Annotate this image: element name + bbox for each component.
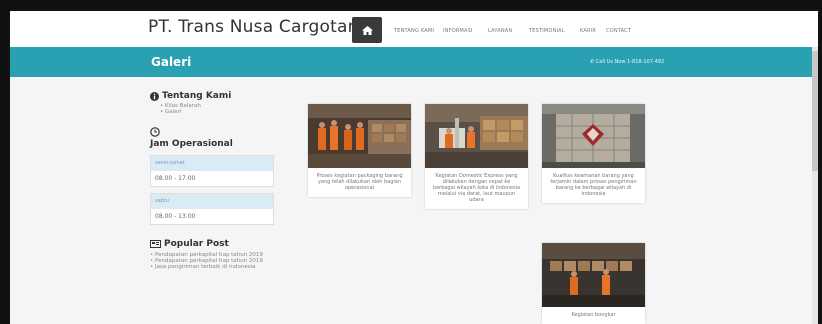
nav-tentang-kami[interactable]: TENTANG KAMI	[394, 28, 434, 34]
popular-item-label: Jasa pengiriman terbaik di indonesia	[155, 264, 256, 270]
gallery-card[interactable]: Proses kegiatan packaging barang yang te…	[308, 104, 411, 197]
hours-time: 08.00 - 17.00	[155, 175, 196, 182]
popular-item[interactable]: • Jasa pengiriman terbaik di indonesia	[150, 264, 275, 270]
gallery-photo-packaging	[308, 104, 411, 168]
sidebar: Tentang Kami Kilas Balarah Galeri Jam Op…	[150, 91, 275, 270]
gallery-photo-domestic-express	[425, 104, 528, 168]
clock-icon	[150, 127, 160, 137]
home-icon	[361, 25, 373, 35]
site-header: PT. Trans Nusa Cargotama TENTANG KAMI IN…	[10, 11, 818, 47]
site-brand[interactable]: PT. Trans Nusa Cargotama	[148, 17, 375, 37]
popular-post-icon	[150, 240, 161, 248]
gallery-card[interactable]: Kualitas keamanan barang yang terjamin d…	[542, 104, 645, 203]
about-title: Tentang Kami	[162, 91, 232, 101]
call-us-text: ✆ Call Us Now 1-818-107-492	[590, 59, 664, 65]
nav-karir[interactable]: KARIR	[580, 28, 596, 34]
hours-box-saturday: sabtu 08.00 - 13.00	[150, 193, 274, 225]
gallery-caption: Kualitas keamanan barang yang terjamin d…	[550, 173, 637, 197]
hours-box-weekday: senin-jumat 08.00 - 17.00	[150, 155, 274, 187]
nav-informasi[interactable]: INFORMASI	[443, 28, 473, 34]
call-us-label: Call Us Now 1-818-107-492	[595, 59, 665, 65]
hours-time: 08.00 - 13.00	[155, 213, 196, 220]
page-scrollbar-thumb[interactable]	[812, 51, 818, 171]
browser-window: PT. Trans Nusa Cargotama TENTANG KAMI IN…	[10, 11, 818, 324]
gallery-caption: Proses kegiatan packaging barang yang te…	[316, 173, 403, 191]
gallery-card[interactable]: Kegiatan bongkar	[542, 243, 645, 324]
info-icon	[150, 91, 159, 101]
hours-heading: Jam Operasional	[150, 127, 275, 149]
home-button[interactable]	[352, 17, 382, 43]
hours-day: sabtu	[151, 194, 273, 209]
hours-title: Jam Operasional	[150, 139, 233, 149]
gallery-card[interactable]: Kegiatan Domestic Express yang dilakukan…	[425, 104, 528, 209]
nav-contact[interactable]: CONTACT	[606, 28, 631, 34]
page-banner: Galeri ✆ Call Us Now 1-818-107-492	[10, 47, 818, 77]
popular-list: • Pendapatan perkapital tiap tahun 2019 …	[150, 252, 275, 270]
popular-heading: Popular Post	[150, 239, 275, 249]
popular-title: Popular Post	[164, 239, 229, 249]
nav-layanan[interactable]: LAYANAN	[488, 28, 512, 34]
gallery-caption: Kegiatan Domestic Express yang dilakukan…	[432, 173, 521, 203]
hours-day: senin-jumat	[151, 156, 273, 171]
page-title: Galeri	[151, 55, 192, 69]
gallery-caption: Kegiatan bongkar	[571, 312, 616, 318]
gallery-photo-security	[542, 104, 645, 168]
gallery-photo-unloading	[542, 243, 645, 307]
about-heading: Tentang Kami	[150, 91, 275, 101]
about-item-galeri[interactable]: Galeri	[160, 109, 275, 115]
about-list: Kilas Balarah Galeri	[160, 103, 275, 115]
nav-testimonial[interactable]: TESTIMONIAL	[529, 28, 565, 34]
